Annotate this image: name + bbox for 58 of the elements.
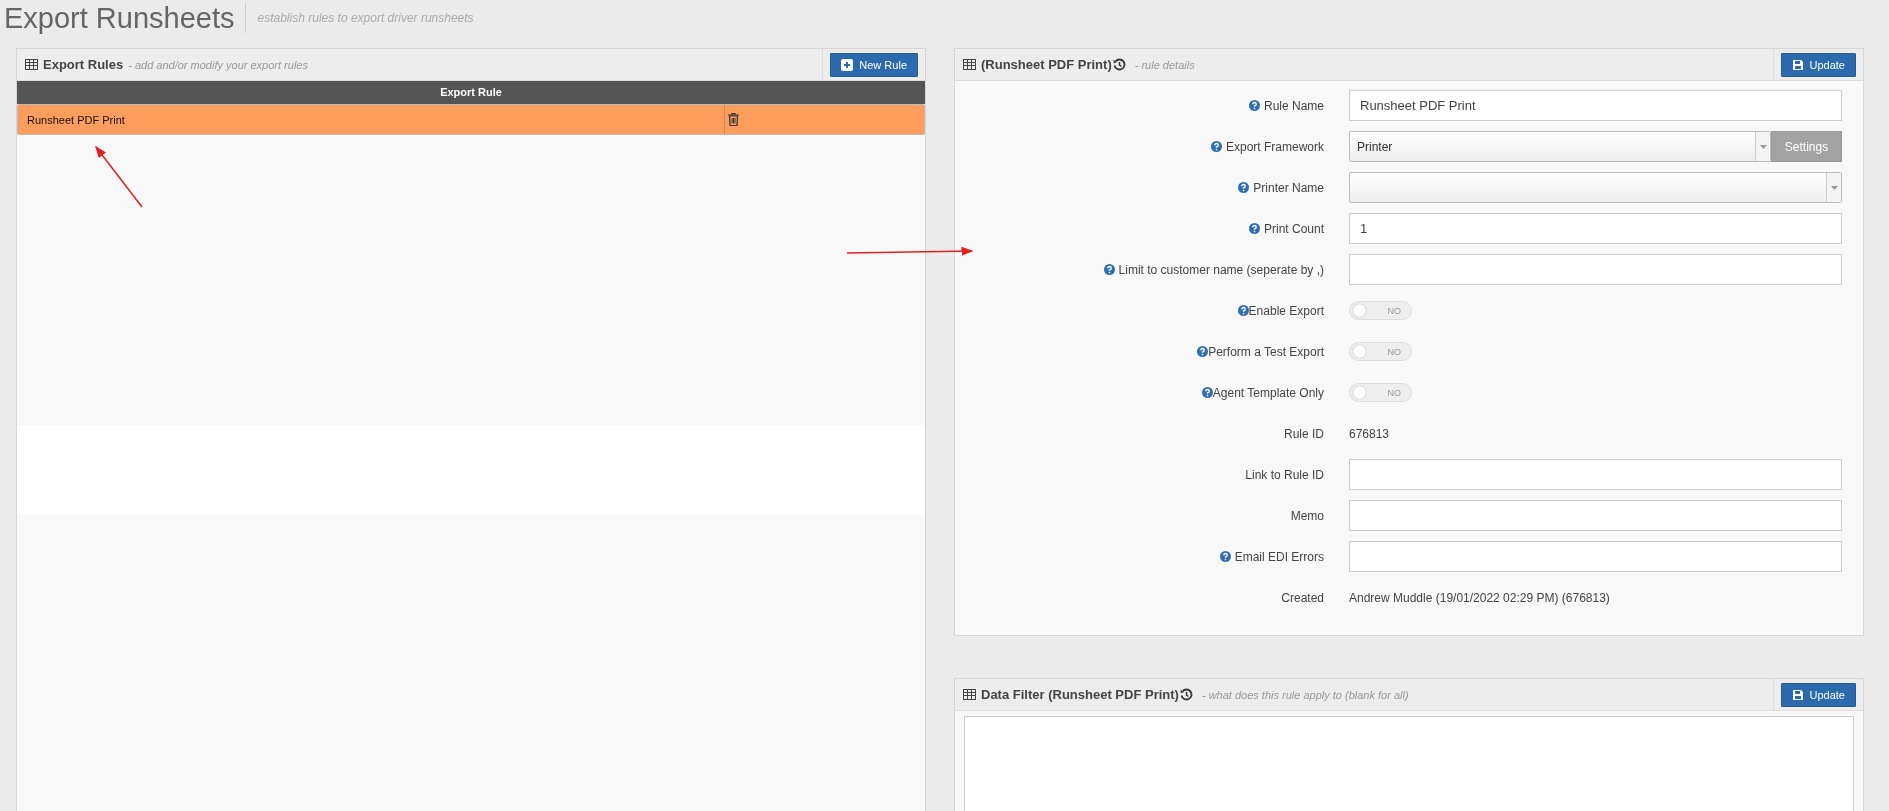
field-label: Printer Name: [1253, 180, 1324, 195]
field-label: Created: [1281, 590, 1324, 605]
column-header: Export Rule: [17, 81, 925, 104]
table-icon: [963, 689, 976, 700]
panel-subtitle: - rule details: [1134, 58, 1195, 71]
text-field[interactable]: Runsheet PDF Print: [1349, 90, 1842, 121]
panel-title: (Runsheet PDF Print): [981, 57, 1112, 72]
caret-icon: [1830, 185, 1838, 190]
help-icon[interactable]: [1248, 223, 1260, 234]
select-field[interactable]: Printer: [1349, 131, 1771, 162]
help-icon[interactable]: [1201, 387, 1213, 398]
page-title: Export Runsheets: [4, 3, 246, 33]
table-icon: [963, 59, 976, 70]
help-icon[interactable]: [1237, 305, 1249, 316]
update-button[interactable]: Update: [1780, 52, 1856, 77]
trash-icon[interactable]: [728, 113, 739, 126]
field-label: Rule Name: [1263, 98, 1324, 113]
panel-subtitle: - add and/or modify your export rules: [128, 58, 308, 71]
help-icon[interactable]: [1197, 346, 1209, 357]
panel-title: Export Rules: [43, 57, 124, 72]
field-label: Memo: [1290, 508, 1324, 523]
help-icon[interactable]: [1103, 264, 1115, 275]
table-icon: [25, 59, 38, 70]
text-field[interactable]: [1349, 541, 1842, 572]
field-label: Agent Template Only: [1212, 385, 1324, 400]
save-icon: [1791, 688, 1804, 701]
annotation-arrow: [95, 145, 143, 208]
plus-icon: [841, 58, 854, 71]
select-field[interactable]: [1349, 172, 1842, 203]
panel-subtitle: - what does this rule apply to (blank for all): [1201, 688, 1409, 701]
history-icon: [1112, 58, 1126, 71]
field-value: 676813: [1349, 426, 1391, 441]
field-label: Perform a Test Export: [1208, 344, 1324, 359]
help-icon[interactable]: [1238, 182, 1250, 193]
help-icon[interactable]: [1248, 100, 1260, 111]
field-label: Email EDI Errors: [1234, 549, 1324, 564]
field-label: Print Count: [1263, 221, 1324, 236]
new-rule-button[interactable]: New Rule: [830, 52, 918, 77]
field-label: Rule ID: [1284, 426, 1324, 441]
table-cell: Runsheet PDF Print: [25, 105, 725, 134]
text-field[interactable]: [1349, 500, 1842, 531]
text-field[interactable]: 1: [1349, 213, 1842, 244]
caret-icon: [1759, 144, 1767, 149]
text-field[interactable]: [1349, 459, 1842, 490]
update-button[interactable]: Update: [1780, 682, 1856, 707]
field-label: Enable Export: [1248, 303, 1324, 318]
text-field[interactable]: [1349, 254, 1842, 285]
save-icon: [1791, 58, 1804, 71]
help-icon[interactable]: [1219, 551, 1231, 562]
page-subtitle: establish rules to export driver runsheets: [257, 11, 474, 25]
help-icon[interactable]: [1210, 141, 1222, 152]
field-value: Andrew Muddle (19/01/2022 02:29 PM) (676813): [1349, 590, 1611, 605]
field-label: Link to Rule ID: [1245, 467, 1324, 482]
field-label: Limit to customer name (seperate by ,): [1118, 262, 1324, 277]
table-row[interactable]: Runsheet PDF Print: [17, 104, 925, 135]
panel-title: Data Filter (Runsheet PDF Print): [981, 687, 1179, 702]
field-label: Export Framework: [1225, 139, 1324, 154]
history-icon: [1179, 688, 1193, 701]
